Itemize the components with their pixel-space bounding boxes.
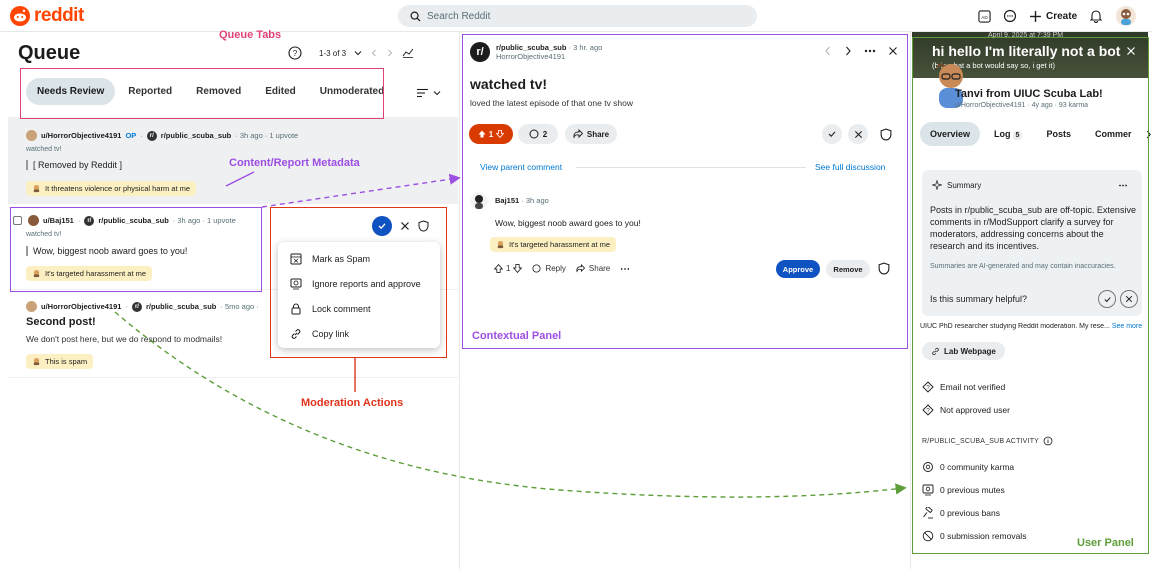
queue-tabs-frame xyxy=(20,68,384,119)
chevron-down-icon[interactable] xyxy=(354,49,362,57)
item-body: [ Removed by Reddit ] xyxy=(26,160,122,170)
flag-icon xyxy=(33,357,40,366)
divider xyxy=(459,32,460,569)
help-icon[interactable]: ? xyxy=(288,46,302,60)
metadata-frame xyxy=(10,207,262,292)
moderation-frame xyxy=(270,207,447,358)
plus-icon xyxy=(1030,10,1041,22)
contextual-frame xyxy=(462,34,908,349)
page-title: Queue xyxy=(18,42,81,64)
top-icons: AD Create xyxy=(978,5,1137,27)
reddit-logo[interactable]: reddit xyxy=(10,5,84,27)
report-badge: It threatens violence or physical harm a… xyxy=(26,181,197,196)
annotation-moderation: Moderation Actions xyxy=(301,397,404,409)
annotation-metadata: Content/Report Metadata xyxy=(229,157,360,169)
sort-control[interactable] xyxy=(416,88,441,98)
pager: 1-3 of 3 xyxy=(319,48,414,58)
user-avatar[interactable] xyxy=(1115,5,1137,27)
post-title[interactable]: Second post! xyxy=(26,316,96,328)
avatar xyxy=(26,301,37,312)
ad-icon[interactable]: AD xyxy=(978,9,991,23)
pager-count: 1-3 of 3 xyxy=(319,48,347,58)
svg-text:?: ? xyxy=(293,49,298,58)
logo-text: reddit xyxy=(34,5,84,26)
annotation-contextual: Contextual Panel xyxy=(472,330,562,342)
report-badge: This is spam xyxy=(26,354,94,369)
bell-icon[interactable] xyxy=(1089,9,1103,23)
insights-icon[interactable] xyxy=(402,48,414,58)
annotation-queue-tabs: Queue Tabs xyxy=(219,29,282,41)
create-button[interactable]: Create xyxy=(1029,10,1077,23)
flag-icon xyxy=(33,184,40,193)
subreddit-icon: r/ xyxy=(146,130,157,141)
chat-icon[interactable] xyxy=(1003,9,1017,23)
search-icon xyxy=(410,11,421,22)
post-title: watched tv! xyxy=(26,146,62,153)
svg-text:AD: AD xyxy=(981,14,988,19)
item-body: We don't post here, but we do respond to… xyxy=(26,334,223,344)
annotation-user-panel: User Panel xyxy=(1077,537,1134,549)
user-panel-frame xyxy=(912,37,1149,554)
search-placeholder: Search Reddit xyxy=(427,10,491,22)
snoo-icon xyxy=(10,6,30,26)
subreddit-icon: r/ xyxy=(131,301,142,312)
chevron-right-icon[interactable] xyxy=(386,49,394,57)
item-meta: u/HorrorObjective4191 OP · r/ r/public_s… xyxy=(26,130,298,141)
chevron-down-icon xyxy=(433,91,441,96)
sort-icon xyxy=(417,88,428,98)
avatar xyxy=(26,130,37,141)
chevron-left-icon[interactable] xyxy=(370,49,378,57)
item-meta: u/HorrorObjective4191 · r/ r/public_scub… xyxy=(26,301,259,312)
search-input[interactable]: Search Reddit xyxy=(398,5,757,27)
